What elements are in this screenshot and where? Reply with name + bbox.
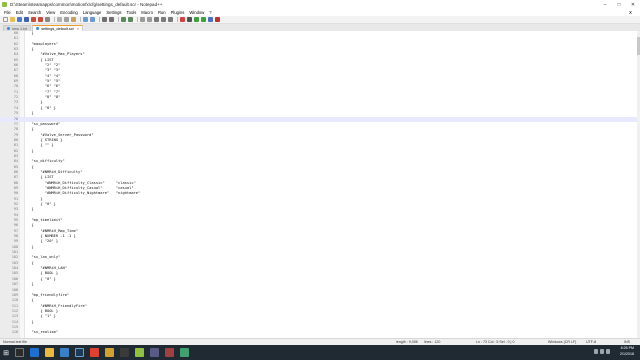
- replace-icon[interactable]: [109, 17, 114, 22]
- menu-settings[interactable]: Settings: [106, 10, 121, 15]
- volume-icon[interactable]: [600, 349, 604, 354]
- menu-macro[interactable]: Macro: [141, 10, 153, 15]
- menu-file[interactable]: File: [4, 10, 11, 15]
- copy-icon[interactable]: [64, 17, 69, 22]
- terminal-icon[interactable]: [120, 348, 129, 357]
- menu-plugins[interactable]: Plugins: [171, 10, 185, 15]
- find-icon[interactable]: [102, 17, 107, 22]
- playback-macro-icon[interactable]: [194, 17, 199, 22]
- save-icon[interactable]: [17, 17, 22, 22]
- toolbar-separator: [99, 17, 100, 22]
- close-document-button[interactable]: X: [629, 10, 632, 15]
- status-eol: Windows (CR LF): [548, 340, 577, 344]
- document-tab-bar: new 1.txt settings_default.scr ×: [0, 24, 640, 31]
- sync-vertical-icon[interactable]: [140, 17, 145, 22]
- store-icon[interactable]: [60, 348, 69, 357]
- menu-tools[interactable]: Tools: [127, 10, 137, 15]
- toolbar-separator: [54, 17, 55, 22]
- edge-browser-icon[interactable]: [30, 348, 39, 357]
- app-icon[interactable]: [180, 348, 189, 357]
- clock-time: 8:26 PM: [620, 346, 634, 350]
- notification-icon[interactable]: [606, 349, 610, 354]
- status-lines: lines : 120: [424, 340, 441, 344]
- status-length: length : 9,056: [396, 340, 418, 344]
- status-bar: Normal text file length : 9,056 lines : …: [0, 338, 640, 345]
- close-window-button[interactable]: ✕: [626, 0, 640, 9]
- show-all-characters-icon[interactable]: [161, 17, 166, 22]
- saved-file-icon: [7, 27, 10, 30]
- redo-icon[interactable]: [90, 17, 95, 22]
- line-number: 116: [11, 330, 18, 335]
- toolbar-separator: [177, 17, 178, 22]
- cut-icon[interactable]: [57, 17, 62, 22]
- status-file-type: Normal text file: [3, 340, 27, 344]
- windows-start-icon[interactable]: ⊞: [0, 345, 12, 360]
- toolbar-separator: [80, 17, 81, 22]
- record-macro-icon[interactable]: [180, 17, 185, 22]
- indent-guide-icon[interactable]: [168, 17, 173, 22]
- code-line[interactable]: 116 "sv_realism": [0, 330, 637, 335]
- notepadpp-taskbar-icon[interactable]: [135, 348, 144, 357]
- menu-search[interactable]: Search: [28, 10, 41, 15]
- undo-icon[interactable]: [83, 17, 88, 22]
- code-editor[interactable]: 60 } 61 62 "maxplayers" 63 {64 "#Valve_Max_…: [0, 31, 640, 338]
- word-wrap-icon[interactable]: [154, 17, 159, 22]
- minimize-button[interactable]: –: [598, 0, 612, 9]
- menu-help[interactable]: ?: [209, 10, 211, 15]
- open-file-icon[interactable]: [10, 17, 15, 22]
- close-all-icon[interactable]: [38, 17, 43, 22]
- maximize-button[interactable]: □: [612, 0, 626, 9]
- zoom-in-icon[interactable]: [121, 17, 126, 22]
- toolbar: [0, 16, 640, 24]
- zoom-out-icon[interactable]: [128, 17, 133, 22]
- folder-icon[interactable]: [105, 348, 114, 357]
- menu-run[interactable]: Run: [158, 10, 166, 15]
- title-bar: D:\Steam\steamapps\common\motionfx\cfg\s…: [0, 0, 640, 9]
- menu-language[interactable]: Language: [83, 10, 102, 15]
- tab-label: new 1.txt: [12, 26, 28, 31]
- toolbar-separator: [137, 17, 138, 22]
- menu-window[interactable]: Window: [189, 10, 204, 15]
- menu-edit[interactable]: Edit: [16, 10, 23, 15]
- save-all-icon[interactable]: [24, 17, 29, 22]
- file-explorer-icon[interactable]: [45, 348, 54, 357]
- run-macro-multiple-icon[interactable]: [201, 17, 206, 22]
- app-icon[interactable]: [165, 348, 174, 357]
- toolbar-separator: [118, 17, 119, 22]
- window-title: D:\Steam\steamapps\common\motionfx\cfg\s…: [10, 2, 163, 7]
- editor-lines: 60 } 61 62 "maxplayers" 63 {64 "#Valve_Max_…: [0, 31, 637, 336]
- close-tab-icon[interactable]: ×: [77, 27, 79, 31]
- code-text[interactable]: "sv_realism": [27, 330, 58, 335]
- notepadpp-app-icon: [2, 2, 7, 7]
- sync-horizontal-icon[interactable]: [147, 17, 152, 22]
- stop-recording-icon[interactable]: [187, 17, 192, 22]
- app-icon[interactable]: [150, 348, 159, 357]
- clock[interactable]: 8:26 PM 2/1/2018: [620, 346, 634, 357]
- new-file-icon[interactable]: [3, 17, 8, 22]
- menu-encoding[interactable]: Encoding: [60, 10, 77, 15]
- search-icon[interactable]: [15, 348, 24, 357]
- save-macro-icon[interactable]: [208, 17, 213, 22]
- status-encoding: UTF-8: [586, 340, 597, 344]
- system-tray: [592, 349, 610, 354]
- saved-file-icon: [36, 27, 40, 30]
- status-position: Ln : 73 Col : 5 Sel : 0 | 0: [476, 340, 515, 344]
- paste-icon[interactable]: [71, 17, 76, 22]
- clock-date: 2/1/2018: [620, 351, 634, 356]
- menu-view[interactable]: View: [46, 10, 55, 15]
- tab-label: settings_default.scr: [41, 26, 74, 31]
- plugin-icon[interactable]: [215, 17, 220, 22]
- network-icon[interactable]: [594, 349, 598, 354]
- close-file-icon[interactable]: [31, 17, 36, 22]
- steam-icon[interactable]: [75, 348, 84, 357]
- chrome-icon[interactable]: [90, 348, 99, 357]
- print-icon[interactable]: [45, 17, 50, 22]
- status-insert-mode: INS: [624, 340, 630, 344]
- menu-bar: File Edit Search View Encoding Language …: [0, 9, 640, 16]
- windows-taskbar: ⊞ 8:26 PM 2/1/2018: [0, 345, 640, 360]
